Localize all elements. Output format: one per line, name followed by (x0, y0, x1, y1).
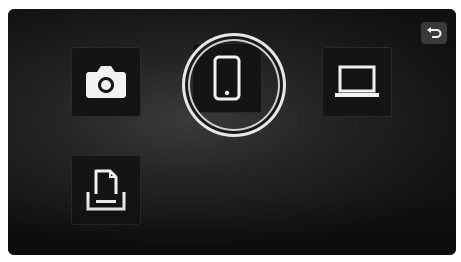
printer-option[interactable] (71, 155, 141, 225)
back-button[interactable] (421, 22, 447, 44)
computer-option[interactable] (322, 47, 392, 117)
laptop-icon (335, 65, 379, 97)
camera-icon (86, 66, 126, 98)
camera-option[interactable] (71, 47, 141, 117)
printer-icon (86, 169, 126, 211)
smartphone-option[interactable] (192, 43, 262, 113)
back-arrow-icon (427, 27, 442, 38)
smartphone-icon (213, 55, 241, 101)
device-select-screen (8, 9, 456, 255)
